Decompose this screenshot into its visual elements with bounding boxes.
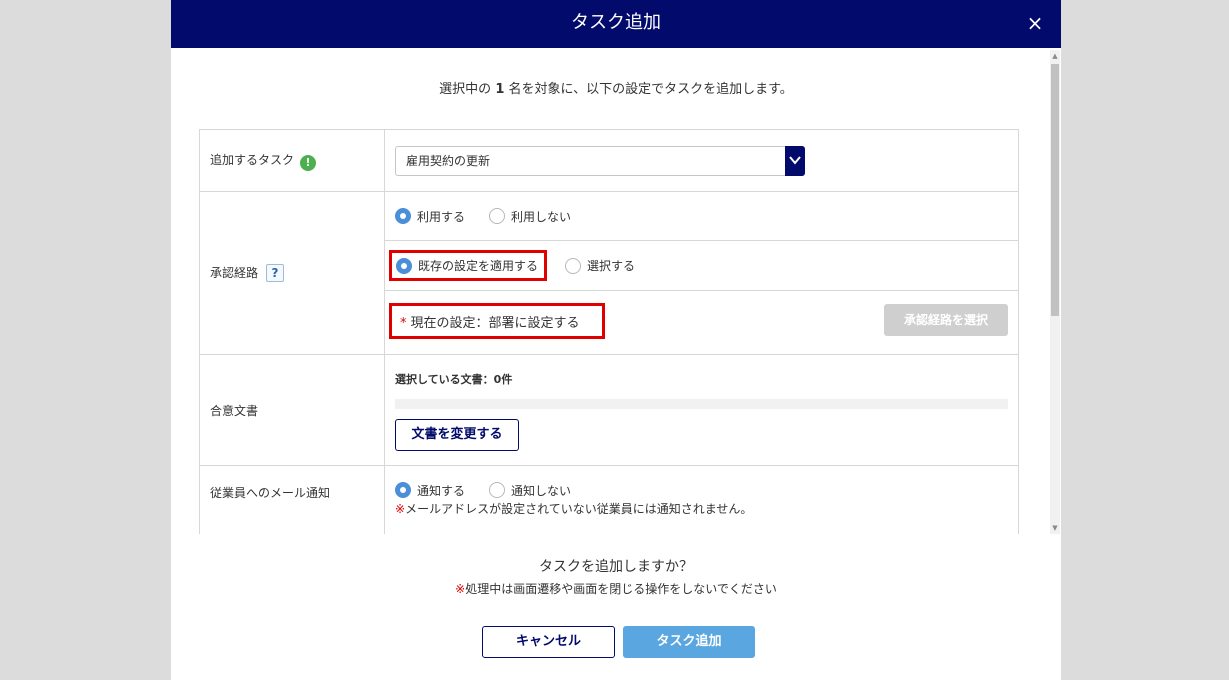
radio-checked-icon xyxy=(395,208,411,224)
change-doc-button[interactable]: 文書を変更する xyxy=(395,419,519,451)
doc-list-area xyxy=(395,399,1008,409)
approval-apply-radios: 既存の設定を適用する 選択する xyxy=(385,240,1018,290)
radio-checked-icon xyxy=(395,482,411,498)
modal-body: 選択中の 1 名を対象に、以下の設定でタスクを追加します。 追加するタスク! 雇… xyxy=(171,48,1061,534)
scroll-thumb[interactable] xyxy=(1051,64,1059,316)
current-setting-row: * 現在の設定：部署に設定する 承認経路を選択 xyxy=(385,290,1018,354)
radio-use[interactable]: 利用する xyxy=(395,208,465,225)
task-add-modal: タスク追加 × 選択中の 1 名を対象に、以下の設定でタスクを追加します。 追加… xyxy=(171,0,1061,680)
select-approval-route-button[interactable]: 承認経路を選択 xyxy=(884,304,1008,336)
approval-label: 承認経路 xyxy=(210,266,259,280)
radio-notify[interactable]: 通知する xyxy=(395,482,465,499)
scroll-down-icon[interactable]: ▼ xyxy=(1051,524,1059,532)
modal-title: タスク追加 xyxy=(571,12,661,33)
radio-unchecked-icon xyxy=(565,257,582,274)
radio-not-use[interactable]: 利用しない xyxy=(489,208,571,225)
radio-select-route[interactable]: 選択する xyxy=(565,257,635,274)
selected-doc-count: 選択している文書：0件 xyxy=(395,373,513,386)
mail-label-cell: 従業員へのメール通知 xyxy=(199,465,385,534)
current-setting: * 現在の設定：部署に設定する xyxy=(400,316,580,331)
task-label-cell: 追加するタスク! xyxy=(199,129,385,192)
chevron-down-icon[interactable] xyxy=(785,145,805,176)
radio-unchecked-icon xyxy=(489,208,506,224)
mail-label: 従業員へのメール通知 xyxy=(210,486,331,500)
add-task-button[interactable]: タスク追加 xyxy=(623,626,755,658)
help-icon[interactable]: ? xyxy=(266,264,285,282)
intro-text: 選択中の 1 名を対象に、以下の設定でタスクを追加します。 xyxy=(439,82,793,97)
confirm-question: タスクを追加しますか？ xyxy=(539,559,693,575)
radio-unchecked-icon xyxy=(489,482,506,498)
task-settings-form: 追加するタスク! 雇用契約の更新 承認経路? 利用する 利用しない 既存の設定を… xyxy=(199,129,1019,534)
alert-icon: ! xyxy=(300,154,317,171)
mail-note: ※メールアドレスが設定されていない従業員には通知されません。 xyxy=(395,502,753,516)
task-label: 追加するタスク xyxy=(210,152,295,167)
modal-footer: タスクを追加しますか？ ※処理中は画面遷移や画面を閉じる操作をしないでください … xyxy=(171,534,1061,680)
radio-apply-existing[interactable]: 既存の設定を適用する xyxy=(389,250,548,281)
processing-warning: ※処理中は画面遷移や画面を閉じる操作をしないでください xyxy=(455,582,777,596)
scroll-up-icon[interactable]: ▲ xyxy=(1051,52,1059,60)
task-select-value: 雇用契約の更新 xyxy=(406,153,491,168)
radio-checked-icon xyxy=(396,257,412,274)
approval-use-radios: 利用する 利用しない xyxy=(385,192,1018,240)
cancel-button[interactable]: キャンセル xyxy=(482,626,615,658)
modal-header: タスク追加 × xyxy=(171,0,1061,48)
task-select[interactable]: 雇用契約の更新 xyxy=(395,145,805,176)
scrollbar[interactable]: ▲ ▼ xyxy=(1050,50,1060,534)
target-count: 1 xyxy=(495,82,505,97)
radio-no-notify[interactable]: 通知しない xyxy=(489,482,571,499)
close-icon[interactable]: × xyxy=(1023,10,1047,36)
current-setting-highlight: * 現在の設定：部署に設定する xyxy=(389,303,605,339)
doc-label: 合意文書 xyxy=(210,403,259,418)
doc-label-cell: 合意文書 xyxy=(199,354,385,466)
approval-label-cell: 承認経路? xyxy=(199,191,385,355)
